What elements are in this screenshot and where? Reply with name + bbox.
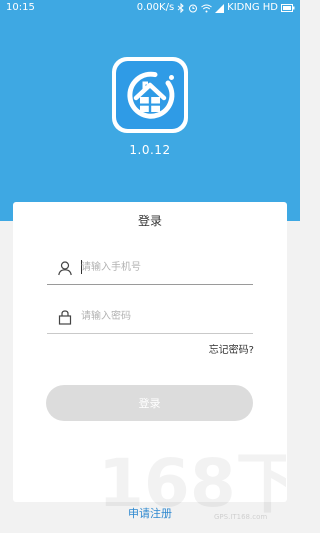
house-gift-icon xyxy=(127,71,175,119)
login-title: 登录 xyxy=(137,214,162,228)
phone-input[interactable] xyxy=(81,258,241,276)
wifi-icon xyxy=(201,4,212,12)
bluetooth-icon xyxy=(177,3,184,13)
battery-icon xyxy=(281,4,295,12)
user-icon xyxy=(58,261,72,276)
password-input[interactable] xyxy=(81,307,241,325)
register-link[interactable]: 申请注册 xyxy=(0,505,300,521)
status-time: 10:15 xyxy=(6,2,35,13)
app-version: 1.0.12 xyxy=(129,143,171,157)
forgot-password-link[interactable]: 忘记密码? xyxy=(209,341,254,356)
status-indicators: 0.00K/s KIDNG HD xyxy=(137,0,295,16)
header-banner: 10:15 0.00K/s KIDNG HD 1.0.12 xyxy=(0,0,300,221)
login-button[interactable]: 登录 xyxy=(46,385,253,421)
status-bar: 10:15 0.00K/s KIDNG HD xyxy=(0,0,300,16)
password-field[interactable] xyxy=(47,301,253,334)
carrier-label: KIDNG HD xyxy=(227,2,278,13)
app-logo xyxy=(112,57,188,133)
network-speed: 0.00K/s xyxy=(136,2,175,13)
signal-icon xyxy=(215,3,225,13)
lock-icon xyxy=(58,310,72,325)
alarm-icon xyxy=(189,4,198,13)
phone-field[interactable] xyxy=(47,252,253,285)
